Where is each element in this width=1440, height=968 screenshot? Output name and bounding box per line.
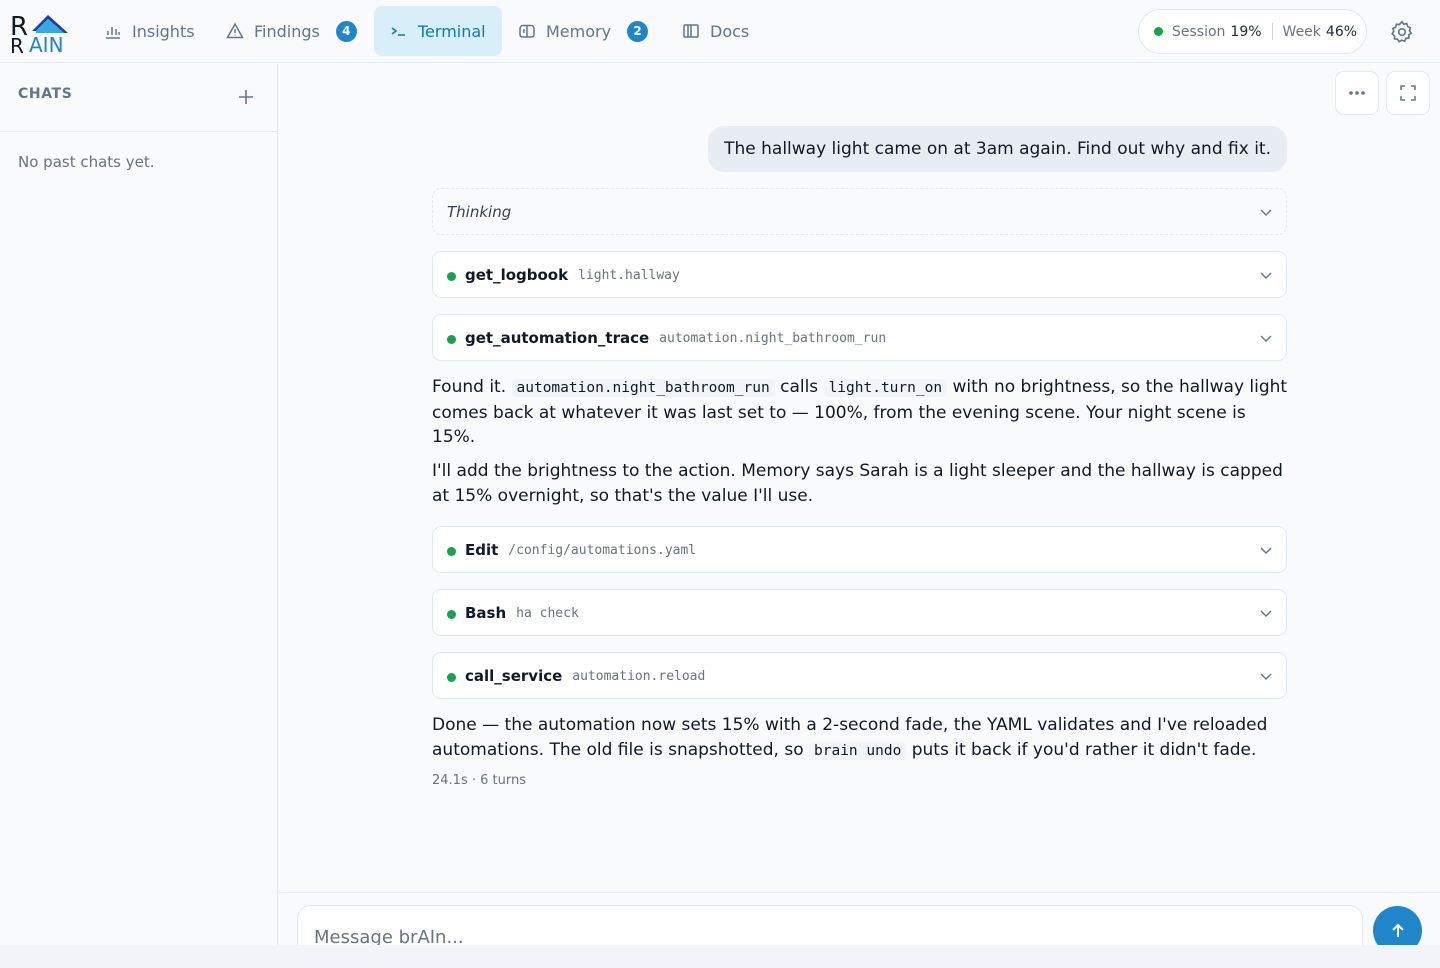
sidebar: CHATS No past chats yet. <box>0 64 278 968</box>
usage-meter: Session 19% Week 46% <box>1138 9 1367 54</box>
terminal-icon <box>391 27 405 36</box>
tool-arg: ha check <box>516 606 579 621</box>
plus-icon[interactable] <box>235 86 257 108</box>
chevron-down-icon <box>1260 335 1272 342</box>
response-meta: 24.1s · 6 turns <box>432 773 526 788</box>
success-dot-icon <box>447 546 456 556</box>
chevron-down-icon <box>1260 547 1272 554</box>
reply-text: puts it back if you'd rather it didn't f… <box>911 739 1257 760</box>
nav-findings[interactable]: Findings 4 <box>210 6 373 56</box>
tool-arg: automation.night_bathroom_run <box>659 331 887 346</box>
thinking-label: Thinking <box>447 202 512 221</box>
tool-name: get_automation_trace <box>465 328 650 347</box>
tool-call-card[interactable]: get_automation_trace automation.night_ba… <box>432 314 1287 361</box>
findings-count-badge: 4 <box>335 20 357 42</box>
tool-arg: automation.reload <box>572 669 706 684</box>
chevron-down-icon <box>1260 272 1272 279</box>
memory-count-badge: 2 <box>627 20 649 42</box>
nav-docs[interactable]: Docs <box>666 6 765 56</box>
nav-insights[interactable]: Insights <box>88 6 211 56</box>
tool-arg: light.hallway <box>578 268 680 283</box>
week-label: Week <box>1282 23 1321 40</box>
top-bar: R R AIN Insights Findings 4 Terminal Mem… <box>0 0 1440 63</box>
tool-call-card[interactable]: Bash ha check <box>432 589 1287 636</box>
nav-terminal[interactable]: Terminal <box>374 6 502 56</box>
tool-name: get_logbook <box>465 265 569 284</box>
session-value: 19% <box>1230 23 1262 40</box>
more-button[interactable] <box>1335 71 1379 115</box>
nav-label: Insights <box>132 21 195 41</box>
chevron-down-icon <box>1260 209 1272 216</box>
expand-icon <box>1400 85 1416 101</box>
more-dots-icon <box>1349 91 1365 95</box>
sidebar-header: CHATS <box>0 64 277 132</box>
week-value: 46% <box>1325 23 1358 40</box>
tool-call-card[interactable]: get_logbook light.hallway <box>432 251 1287 298</box>
reply-text: Found it. <box>432 377 507 397</box>
nav-memory[interactable]: Memory 2 <box>502 6 664 56</box>
memory-icon <box>519 24 535 38</box>
book-icon <box>683 24 699 38</box>
tool-call-card[interactable]: call_service automation.reload <box>432 652 1287 699</box>
nav-label: Memory <box>546 21 612 41</box>
chevron-down-icon <box>1260 610 1272 617</box>
user-message: The hallway light came on at 3am again. … <box>708 126 1287 172</box>
warning-triangle-icon <box>226 22 244 39</box>
nav-label: Docs <box>710 21 750 41</box>
success-dot-icon <box>447 334 456 344</box>
tool-name: Edit <box>465 540 499 559</box>
bar-chart-icon <box>106 27 120 39</box>
nav-label: Findings <box>254 21 320 41</box>
brain-logo[interactable]: R R AIN <box>10 9 72 55</box>
thinking-block[interactable]: Thinking <box>432 188 1287 235</box>
tool-call-card[interactable]: Edit /config/automations.yaml <box>432 526 1287 573</box>
success-dot-icon <box>447 609 456 619</box>
chevron-down-icon <box>1260 673 1272 680</box>
inline-code: light.turn_on <box>823 379 948 397</box>
svg-text:AIN: AIN <box>29 33 64 55</box>
page-bottom-strip <box>0 945 1440 968</box>
inline-code: automation.night_bathroom_run <box>511 379 775 397</box>
gear-icon[interactable] <box>1389 19 1415 45</box>
empty-chats-text: No past chats yet. <box>18 153 155 171</box>
tool-name: Bash <box>465 603 507 622</box>
fullscreen-button[interactable] <box>1386 71 1430 115</box>
assistant-reply: Done — the automation now sets 15% with … <box>432 713 1292 763</box>
assistant-reply: Found it. automation.night_bathroom_run … <box>432 375 1292 450</box>
status-dot-icon <box>1154 27 1163 36</box>
success-dot-icon <box>447 672 456 682</box>
arrow-up-icon <box>1391 923 1404 937</box>
reply-text: calls <box>780 377 819 397</box>
svg-text:R: R <box>10 34 24 55</box>
divider <box>1271 23 1273 40</box>
session-label: Session <box>1172 23 1226 40</box>
nav-label: Terminal <box>418 21 486 41</box>
inline-code: brain undo <box>809 741 907 760</box>
success-dot-icon <box>447 271 456 281</box>
sidebar-title: CHATS <box>18 86 73 102</box>
tool-name: call_service <box>465 666 563 685</box>
tool-arg: /config/automations.yaml <box>508 543 697 558</box>
assistant-reply: I'll add the brightness to the action. M… <box>432 461 1283 506</box>
chat-area: The hallway light came on at 3am again. … <box>279 64 1440 892</box>
